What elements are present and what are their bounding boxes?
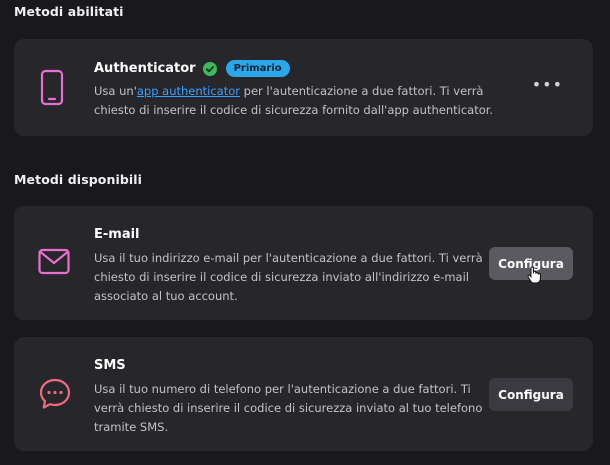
authenticator-card: Authenticator Primario Usa un'app authen… [14, 39, 593, 136]
authenticator-title: Authenticator [94, 61, 196, 76]
envelope-icon [38, 248, 70, 280]
verified-check-icon [202, 61, 217, 76]
section-title-enabled: Metodi abilitati [14, 4, 124, 19]
sms-configure-button[interactable]: Configura [489, 378, 573, 411]
authenticator-description: Usa un'app authenticator per l'autentica… [94, 82, 514, 120]
hand-cursor-icon [527, 266, 541, 288]
section-title-available: Metodi disponibili [14, 172, 143, 187]
sms-description: Usa il tuo numero di telefono per l'aute… [94, 382, 483, 434]
sms-card: SMS Usa il tuo numero di telefono per l'… [14, 337, 593, 451]
authenticator-app-link[interactable]: app authenticator [137, 84, 240, 98]
smartphone-icon [38, 69, 66, 111]
email-description: Usa il tuo indirizzo e-mail per l'autent… [94, 251, 483, 303]
authenticator-title-row: Authenticator Primario [94, 60, 290, 77]
email-title: E-mail [94, 227, 140, 242]
more-options-icon[interactable]: ••• [532, 77, 563, 93]
chat-bubble-icon [38, 377, 72, 415]
sms-title: SMS [94, 358, 126, 373]
primary-badge: Primario [225, 60, 290, 77]
authenticator-desc-prefix: Usa un' [94, 84, 137, 98]
email-card: E-mail Usa il tuo indirizzo e-mail per l… [14, 206, 593, 320]
